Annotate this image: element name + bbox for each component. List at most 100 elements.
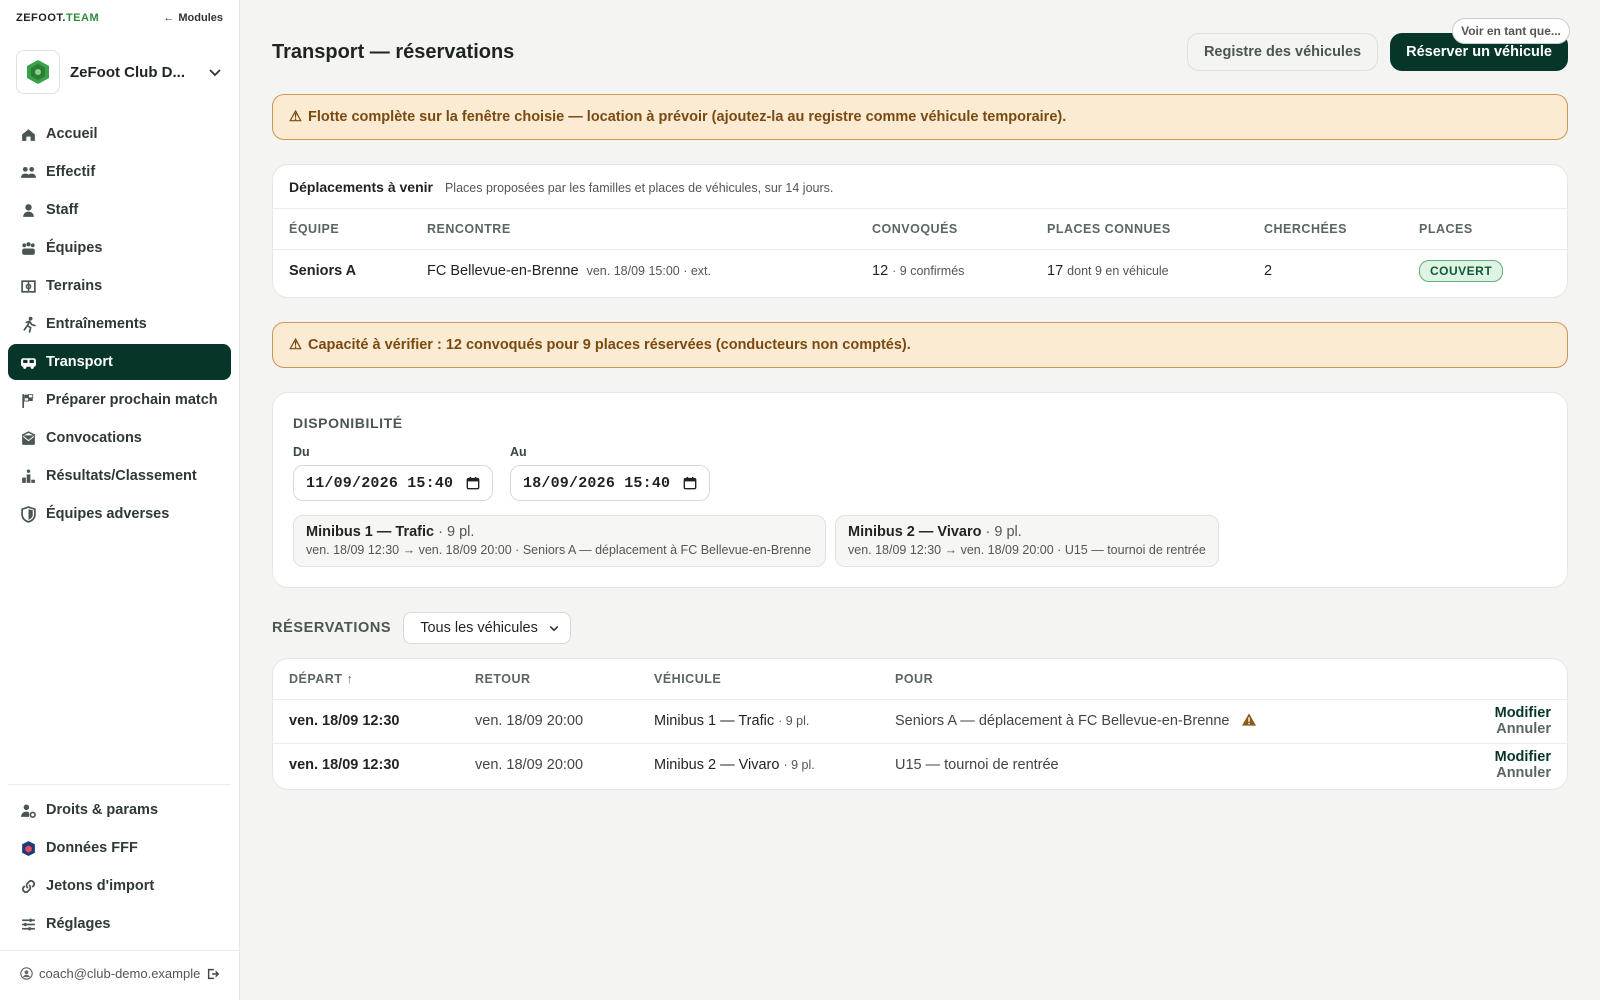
trip-match: FC Bellevue-en-Brenne ven. 18/09 15:00 ·… (411, 249, 856, 293)
col-vehicule: VÉHICULE (638, 659, 879, 700)
calendar-icon[interactable] (683, 476, 697, 490)
vehicle-filter-select[interactable]: Tous les véhicules (403, 612, 572, 644)
bus-icon (21, 357, 36, 369)
modules-link-label: Modules (178, 12, 223, 24)
vehicle-chip-title: Minibus 1 — Trafic · 9 pl. (306, 524, 813, 540)
fleet-full-alert: ⚠ Flotte complète sur la fenêtre choisie… (272, 94, 1568, 140)
chevron-down-icon (549, 625, 559, 632)
cancel-reservation-button[interactable]: Annuler (1496, 765, 1551, 781)
resa-retour: ven. 18/09 20:00 (475, 757, 584, 774)
resa-depart: ven. 18/09 12:30 (289, 757, 400, 774)
nav-label: Accueil (46, 126, 98, 142)
availability-title: DISPONIBILITÉ (293, 415, 403, 431)
nav-label: Résultats/Classement (46, 468, 197, 484)
resa-pour: U15 — tournoi de rentrée (879, 743, 1407, 787)
brand-row: ZEFOOT.TEAM ← Modules (16, 12, 223, 24)
vehicle-seats: · 9 pl. (438, 524, 475, 540)
status-badge: COUVERT (1419, 260, 1504, 283)
sliders-icon (22, 918, 35, 930)
table-row[interactable]: Seniors A FC Bellevue-en-Brenne ven. 18/… (273, 249, 1567, 293)
nav-label: Staff (46, 202, 79, 218)
arrow-left-icon: ← (163, 12, 175, 24)
nav-item-equipes-adverses[interactable]: Équipes adverses (8, 496, 231, 532)
nav-label: Terrains (46, 278, 103, 294)
reservations-header: RÉSERVATIONS Tous les véhicules (272, 612, 572, 644)
upcoming-trips-card: Déplacements à venir Places proposées pa… (272, 164, 1568, 298)
nav-item-staff[interactable]: Staff (8, 192, 231, 228)
nav-item-preparer-match[interactable]: Préparer prochain match (8, 382, 231, 418)
vehicle-registry-button[interactable]: Registre des véhicules (1186, 33, 1379, 71)
table-header-row: ÉQUIPE RENCONTRE CONVOQUÉS PLACES CONNUE… (273, 209, 1567, 250)
user-cog-icon (21, 804, 36, 818)
nav-item-effectif[interactable]: Effectif (8, 154, 231, 190)
page-title: Transport — réservations (272, 40, 515, 63)
trip-convoques-count: 12 (872, 263, 889, 280)
running-icon (23, 316, 36, 333)
resa-vehicle-name: Minibus 1 — Trafic (654, 713, 775, 729)
reservations-card: DÉPART ↑ RETOUR VÉHICULE POUR ven. 18/09… (272, 658, 1568, 790)
trip-status-cell: COUVERT (1403, 249, 1567, 293)
nav-item-donnees-fff[interactable]: Données FFF (8, 830, 231, 866)
nav-item-equipes[interactable]: Équipes (8, 230, 231, 266)
upcoming-trips-header: Déplacements à venir Places proposées pa… (273, 165, 1567, 209)
nav-item-convocations[interactable]: Convocations (8, 420, 231, 456)
table-header-row: DÉPART ↑ RETOUR VÉHICULE POUR (273, 659, 1567, 700)
view-as-button[interactable]: Voir en tant que... (1452, 18, 1570, 44)
from-label: Du (293, 445, 310, 459)
fleet-alert-text: Flotte complète sur la fenêtre choisie —… (308, 109, 1067, 125)
user-divider (0, 950, 239, 951)
home-icon (22, 128, 35, 141)
nav-label: Convocations (46, 430, 142, 446)
capacity-alert-text: Capacité à vérifier : 12 convoqués pour … (308, 337, 911, 353)
envelope-icon (21, 430, 36, 445)
trip-match-name: FC Bellevue-en-Brenne (427, 263, 579, 280)
col-depart[interactable]: DÉPART ↑ (273, 659, 459, 700)
warning-icon: ⚠ (289, 109, 302, 125)
col-pour: POUR (879, 659, 1407, 700)
brand-suffix: TEAM (65, 12, 100, 24)
to-date-value: 18/09/2026 15:40 (523, 474, 671, 492)
to-label: Au (510, 445, 527, 459)
col-cherchees: CHERCHÉES (1248, 209, 1403, 250)
upcoming-trips-table: ÉQUIPE RENCONTRE CONVOQUÉS PLACES CONNUE… (273, 209, 1567, 293)
nav-item-droits[interactable]: Droits & params (8, 792, 231, 828)
settings-nav: Droits & params Données FFF Jetons d'imp… (8, 792, 231, 944)
nav-item-accueil[interactable]: Accueil (8, 116, 231, 152)
vehicle-chip-detail: ven. 18/09 12:30 → ven. 18/09 20:00 · U1… (848, 543, 1206, 557)
nav-item-transport[interactable]: Transport (8, 344, 231, 380)
capacity-alert: ⚠ Capacité à vérifier : 12 convoqués pou… (272, 322, 1568, 368)
col-convoques: CONVOQUÉS (856, 209, 1031, 250)
modules-link[interactable]: ← Modules (163, 12, 223, 24)
nav-item-reglages[interactable]: Réglages (8, 906, 231, 942)
nav-item-entrainements[interactable]: Entraînements (8, 306, 231, 342)
from-date-input[interactable]: 11/09/2026 15:40 (293, 465, 493, 501)
vehicle-chip-title: Minibus 2 — Vivaro · 9 pl. (848, 524, 1206, 540)
nav-item-resultats[interactable]: Résultats/Classement (8, 458, 231, 494)
fff-icon (22, 840, 35, 856)
logout-icon[interactable] (206, 967, 220, 981)
vehicle-name: Minibus 1 — Trafic (306, 524, 435, 540)
vehicle-availability-chip[interactable]: Minibus 1 — Trafic · 9 pl. ven. 18/09 12… (293, 515, 826, 567)
calendar-icon[interactable] (466, 476, 480, 490)
field-icon (21, 279, 36, 293)
col-retour: RETOUR (459, 659, 638, 700)
edit-reservation-button[interactable]: Modifier (1495, 749, 1551, 765)
trip-convoques-meta: · 9 confirmés (892, 264, 965, 279)
resa-actions: Modifier Annuler (1407, 699, 1567, 744)
col-places: PLACES (1403, 209, 1567, 250)
cancel-reservation-button[interactable]: Annuler (1496, 721, 1551, 737)
club-selector[interactable]: ZeFoot Club D... (16, 50, 223, 94)
edit-reservation-button[interactable]: Modifier (1495, 705, 1551, 721)
link-icon (21, 879, 36, 893)
main-nav: Accueil Effectif Staff Équipes Terrains … (8, 116, 231, 534)
shield-icon (21, 505, 36, 523)
trip-convoques: 12 · 9 confirmés (856, 249, 1031, 293)
nav-item-terrains[interactable]: Terrains (8, 268, 231, 304)
trip-places: 17 dont 9 en véhicule (1031, 249, 1248, 293)
to-date-input[interactable]: 18/09/2026 15:40 (510, 465, 710, 501)
nav-item-jetons[interactable]: Jetons d'import (8, 868, 231, 904)
nav-label: Réglages (46, 916, 111, 932)
resa-depart: ven. 18/09 12:30 (273, 699, 459, 744)
upcoming-trips-subtitle: Places proposées par les familles et pla… (444, 181, 834, 195)
vehicle-availability-chip[interactable]: Minibus 2 — Vivaro · 9 pl. ven. 18/09 12… (835, 515, 1219, 567)
